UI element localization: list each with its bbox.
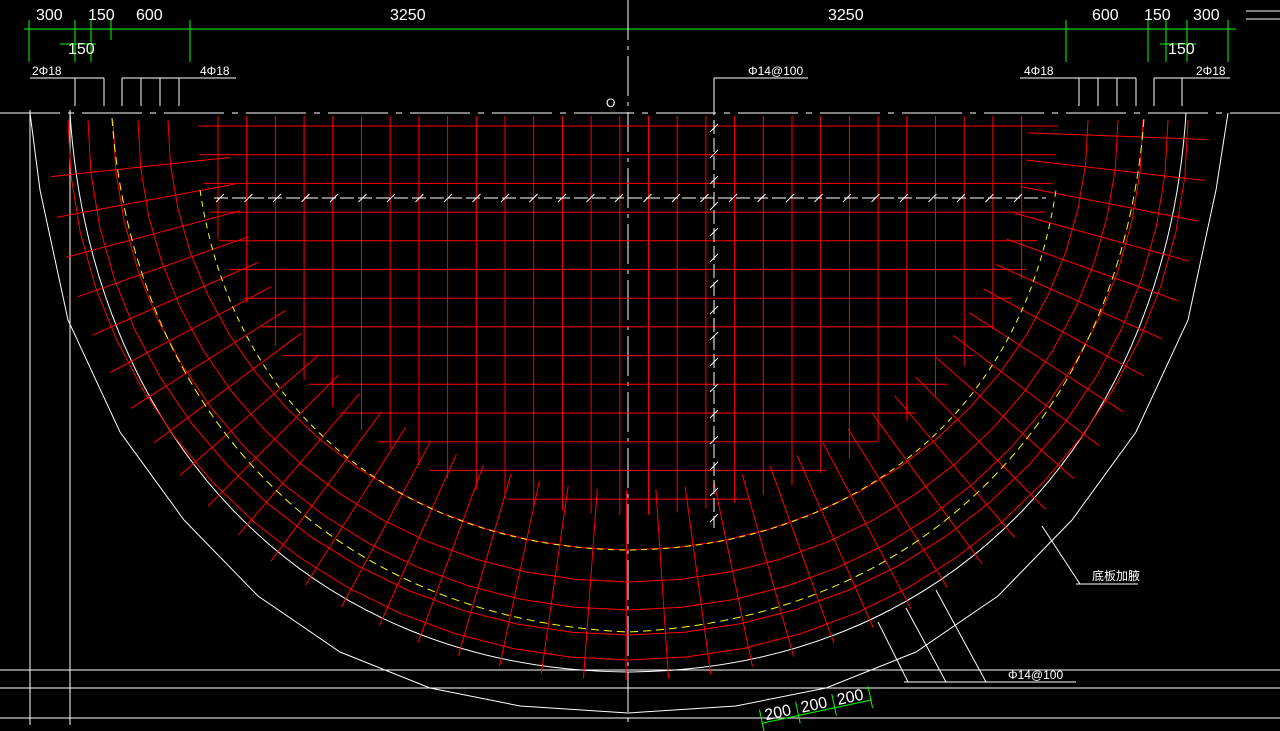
dimension-text-200-b: 200 bbox=[799, 694, 829, 716]
dimension-text-3250-right: 3250 bbox=[828, 7, 864, 24]
dimension-text-150-left: 150 bbox=[88, 7, 115, 24]
dimension-text-200-c: 200 bbox=[836, 687, 866, 709]
rebar-labels: 2Φ18 4Φ18 Φ14@100 4Φ18 2Φ18 O bbox=[32, 64, 1226, 110]
rebar-radial bbox=[769, 465, 835, 644]
rebar-radial bbox=[655, 489, 669, 679]
structure-outline bbox=[0, 0, 1280, 725]
rebar-radial bbox=[341, 441, 431, 608]
rebar-radial bbox=[871, 412, 983, 564]
bottom-dimension-chain: 200 200 200 bbox=[758, 686, 874, 731]
rebar-label-leaders bbox=[30, 77, 1230, 115]
label-left-corner-bars: 2Φ18 bbox=[32, 64, 62, 78]
label-floor-haunch: 底板加腋 bbox=[1092, 568, 1140, 583]
rebar-layer bbox=[50, 116, 1208, 681]
dimension-text-150-sub-left: 150 bbox=[68, 41, 95, 58]
rebar-radial bbox=[713, 481, 753, 668]
rebar-radial bbox=[378, 453, 457, 627]
label-right-corner-bars: 2Φ18 bbox=[1196, 64, 1226, 78]
rebar-radial bbox=[741, 474, 795, 657]
label-ring-rebar: Φ14@100 bbox=[1008, 668, 1063, 682]
dimension-text-200-a: 200 bbox=[763, 702, 793, 724]
rebar-radial bbox=[56, 183, 235, 218]
rebar-radial bbox=[796, 455, 874, 628]
label-origin-mark: O bbox=[606, 96, 615, 110]
rebar-radial bbox=[457, 473, 512, 656]
rebar-radial bbox=[1021, 186, 1199, 222]
dimension-text-300-left: 300 bbox=[36, 7, 63, 24]
label-right-bars: 4Φ18 bbox=[1024, 64, 1054, 78]
rebar-radial bbox=[417, 464, 484, 643]
dimension-text-3250-left: 3250 bbox=[390, 7, 426, 24]
rebar-radial bbox=[130, 310, 286, 409]
dimension-text-600-right: 600 bbox=[1092, 7, 1119, 24]
rebar-radial bbox=[77, 236, 249, 298]
rebar-radial bbox=[847, 428, 948, 588]
dimension-text-600-left: 600 bbox=[136, 7, 163, 24]
rebar-radial bbox=[995, 264, 1163, 340]
rebar-radial bbox=[1006, 238, 1178, 301]
label-center-rebar: Φ14@100 bbox=[748, 64, 803, 78]
rebar-radial bbox=[625, 489, 628, 681]
rebar-radial bbox=[969, 312, 1124, 413]
rebar-radial bbox=[1014, 212, 1190, 262]
rebar-radial bbox=[270, 411, 383, 562]
rebar-radial bbox=[583, 488, 598, 679]
dimension-text-150-right: 150 bbox=[1144, 7, 1171, 24]
rebar-radial bbox=[540, 485, 569, 674]
label-left-bars: 4Φ18 bbox=[200, 64, 230, 78]
rebar-radial bbox=[684, 486, 712, 675]
rebar-radial bbox=[304, 427, 406, 586]
tie-bars bbox=[214, 120, 1046, 528]
rebar-radial bbox=[92, 261, 259, 336]
dimension-text-150-sub-right: 150 bbox=[1168, 41, 1195, 58]
rebar-radial bbox=[65, 210, 241, 258]
dimension-text-300-right: 300 bbox=[1193, 7, 1220, 24]
cad-drawing-canvas[interactable]: 300 150 600 3250 3250 600 150 300 150 15… bbox=[0, 0, 1280, 731]
